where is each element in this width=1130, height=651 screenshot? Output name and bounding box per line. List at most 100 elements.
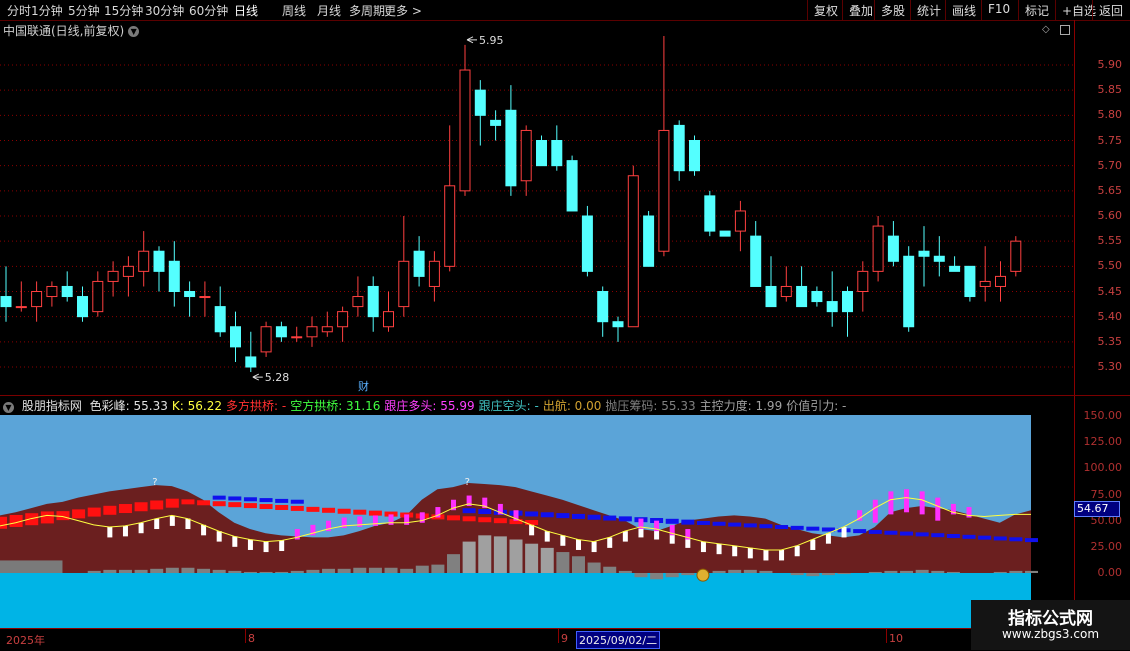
candle	[505, 85, 517, 196]
white-bar	[732, 545, 738, 557]
white-bar	[529, 524, 535, 536]
candle	[168, 241, 180, 307]
indicator-tick-label: 125.00	[1083, 435, 1123, 449]
indicator-tick-label: 100.00	[1083, 461, 1123, 475]
period-tab-6[interactable]: 日线	[234, 2, 258, 19]
control-bar	[290, 570, 304, 573]
control-bar	[790, 573, 804, 576]
period-tab-8[interactable]: 月线	[317, 2, 341, 19]
pink-bar	[904, 489, 910, 513]
toolbar-button-8[interactable]: 返回	[1099, 2, 1123, 19]
price-tick-label: 5.55	[1097, 234, 1123, 248]
indicator-menu-icon[interactable]: ▼	[3, 402, 14, 413]
bull-bridge-bar	[212, 501, 226, 507]
toolbar-button-0[interactable]: 复权	[814, 2, 838, 19]
period-tab-5[interactable]: 60分钟	[189, 2, 228, 19]
control-bar	[650, 573, 664, 580]
period-tab-3[interactable]: 15分钟	[104, 2, 143, 19]
candle	[520, 125, 532, 196]
bull-bridge-bar	[72, 509, 86, 519]
period-tab-10[interactable]: 更多 >	[384, 2, 422, 19]
period-tab-1[interactable]: 1分钟	[31, 2, 63, 19]
date-month-8: 8	[248, 632, 255, 645]
period-tab-7[interactable]: 周线	[282, 2, 306, 19]
white-bar	[169, 515, 175, 526]
candle	[658, 36, 670, 257]
indicator-value-9: 价值引力: -	[786, 399, 847, 413]
white-bar	[560, 535, 566, 546]
candle	[15, 281, 27, 312]
period-tab-4[interactable]: 30分钟	[145, 2, 184, 19]
white-bar	[591, 541, 597, 553]
candle	[995, 261, 1006, 302]
indicator-name[interactable]: 股朋指标网	[22, 399, 82, 413]
white-bar	[154, 518, 160, 530]
price-tick-label: 5.50	[1097, 259, 1123, 273]
toolbar-button-1[interactable]: 叠加	[849, 2, 873, 19]
control-bar	[665, 573, 679, 578]
bear-bridge-bar	[587, 514, 601, 520]
bull-bridge-bar	[243, 503, 257, 509]
toolbar-separator	[842, 0, 843, 20]
candle	[734, 200, 746, 252]
toolbar-separator	[874, 0, 875, 20]
control-bar	[431, 564, 445, 573]
toolbar-button-3[interactable]: 统计	[917, 2, 941, 19]
period-tab-0[interactable]: 分时	[7, 2, 31, 19]
toolbar-button-4[interactable]: 画线	[952, 2, 976, 19]
candle	[872, 216, 884, 282]
control-bar	[603, 566, 617, 573]
white-bar	[622, 531, 628, 542]
toolbar-button-5[interactable]: F10	[988, 2, 1010, 16]
window-toggle-icon[interactable]	[1060, 25, 1070, 35]
candle	[796, 266, 808, 308]
diamond-icon[interactable]: ◇	[1042, 24, 1050, 35]
toolbar-button-7[interactable]: +自选	[1062, 2, 1096, 19]
candle	[61, 271, 73, 302]
control-bar	[946, 571, 960, 573]
bear-bridge-bar	[775, 525, 789, 530]
white-bar	[138, 522, 144, 534]
bear-bridge-bar	[900, 531, 914, 536]
control-bar	[571, 556, 585, 573]
control-bar	[259, 571, 273, 573]
control-bar	[587, 562, 601, 573]
bear-bridge-bar	[259, 498, 273, 503]
indicator-chart[interactable]: ??	[0, 415, 1074, 628]
toolbar-button-6[interactable]: 标记	[1025, 2, 1049, 19]
price-tick-label: 5.70	[1097, 158, 1123, 172]
period-tab-2[interactable]: 5分钟	[68, 2, 100, 19]
control-bar	[759, 570, 773, 573]
control-bar	[228, 570, 242, 573]
bear-bridge-bar	[665, 518, 679, 524]
candle	[918, 226, 930, 287]
control-bar	[353, 567, 367, 573]
bull-bridge-bar	[165, 498, 179, 508]
control-bar	[868, 571, 882, 573]
bear-bridge-bar	[915, 532, 929, 537]
control-bar	[337, 568, 351, 573]
indicator-value-8: 主控力度: 1.99	[699, 399, 783, 413]
bull-bridge-bar	[259, 504, 273, 510]
watermark-title: 指标公式网	[1008, 609, 1093, 629]
control-bar	[306, 569, 320, 573]
bear-bridge-bar	[993, 536, 1007, 541]
high-label: 5.95	[479, 36, 504, 47]
candle	[321, 311, 333, 337]
bull-bridge-bar	[40, 511, 54, 524]
bear-bridge-bar	[571, 513, 585, 519]
candle	[184, 281, 196, 317]
candle	[459, 44, 471, 196]
period-tab-9[interactable]: 多周期	[349, 2, 385, 19]
price-chart[interactable]: 5.95 5.28 财	[0, 36, 1130, 394]
bull-bridge-bar	[525, 520, 539, 526]
bull-bridge-bar	[290, 505, 304, 511]
toolbar-button-2[interactable]: 多股	[881, 2, 905, 19]
control-bar	[322, 568, 336, 573]
bear-bridge-bar	[681, 519, 695, 525]
candle	[826, 271, 838, 327]
candle	[383, 291, 394, 332]
bear-bridge-bar	[228, 496, 242, 501]
candle	[230, 311, 241, 362]
price-tick-label: 5.90	[1097, 58, 1123, 71]
